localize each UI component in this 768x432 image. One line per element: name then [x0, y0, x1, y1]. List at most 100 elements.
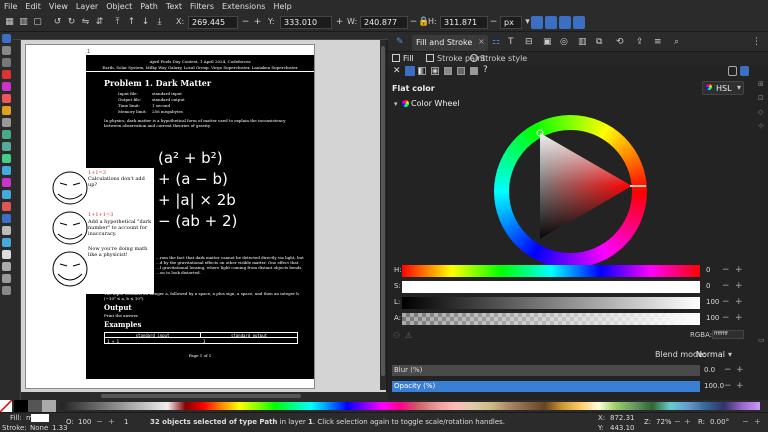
increment-button[interactable]: +	[736, 381, 744, 391]
paint-bucket-tool-icon[interactable]	[2, 202, 11, 211]
node-tool-icon[interactable]	[2, 46, 11, 55]
spray-tool-icon[interactable]	[2, 178, 11, 187]
pages-tool-icon[interactable]	[2, 286, 11, 295]
w-input[interactable]	[360, 16, 408, 29]
increment-button[interactable]: +	[735, 281, 743, 291]
gradient-tool-icon[interactable]	[2, 214, 11, 223]
slider-value[interactable]: 100	[706, 298, 719, 306]
opacity-value[interactable]: 100.0	[704, 382, 724, 390]
blend-mode-select[interactable]: Normal	[696, 350, 725, 359]
increment-button[interactable]: +	[735, 313, 743, 323]
meme-illustration[interactable]: 1+1=3 Calculations don't add up? 1+1+1=3…	[50, 168, 154, 294]
rotate-ccw-icon[interactable]: ↺	[52, 16, 63, 29]
unit-select[interactable]: px	[500, 16, 522, 29]
increment-button[interactable]: +	[736, 365, 744, 375]
flip-horizontal-icon[interactable]: ⇋	[80, 16, 91, 29]
chevron-down-icon[interactable]: ▾	[728, 350, 732, 359]
decrement-button[interactable]: −	[96, 417, 103, 426]
ellipse-tool-icon[interactable]	[2, 94, 11, 103]
swatch-black[interactable]	[14, 400, 28, 412]
chevron-down-icon[interactable]: ▾	[394, 100, 398, 108]
lower-icon[interactable]: ↓	[140, 16, 151, 29]
box3d-tool-icon[interactable]	[2, 82, 11, 91]
swatch-gray[interactable]	[28, 400, 42, 412]
subtab-stroke-paint[interactable]: Stroke paint	[437, 54, 485, 63]
dropper-tool-icon[interactable]	[2, 238, 11, 247]
vertical-ruler[interactable]	[13, 40, 21, 400]
snap-nodes-icon[interactable]: ◇	[758, 108, 763, 116]
menu-path[interactable]: Path	[140, 2, 158, 11]
fill-rule-nonzero-icon[interactable]	[740, 66, 749, 76]
decrement-button[interactable]: −	[722, 265, 730, 275]
slider-value[interactable]: 0	[706, 282, 710, 290]
rotation-input[interactable]: 0.00°	[710, 418, 729, 426]
decrement-button[interactable]: −	[722, 297, 730, 307]
menu-layer[interactable]: Layer	[76, 2, 98, 11]
brush-icon[interactable]: ✎	[396, 37, 404, 47]
y-input[interactable]	[280, 16, 332, 29]
pattern-icon[interactable]	[457, 67, 465, 75]
rotate-minus-button[interactable]: −	[742, 417, 749, 426]
decrement-button[interactable]: −	[722, 281, 730, 291]
scale-stroke-toggle[interactable]	[531, 16, 543, 29]
horizontal-scroll-thumb[interactable]	[101, 394, 301, 398]
select-all-layers-icon[interactable]: ▥	[18, 16, 29, 29]
fill-color-swatch[interactable]	[31, 414, 49, 422]
horizontal-scrollbar[interactable]	[21, 392, 388, 400]
h-minus-button[interactable]: −	[488, 16, 499, 29]
close-icon[interactable]: ×	[478, 37, 485, 46]
palette-swatches[interactable]	[60, 402, 760, 410]
hue-slider[interactable]	[402, 265, 700, 277]
snap-icon[interactable]: ⊞	[758, 80, 764, 88]
lightness-slider[interactable]	[402, 297, 700, 309]
xml-editor-icon[interactable]: ⧉	[596, 37, 602, 47]
x-minus-button[interactable]: −	[240, 16, 251, 29]
text-icon[interactable]: T	[508, 37, 514, 47]
align-icon[interactable]: ⚏	[492, 37, 500, 47]
zoom-in-button[interactable]: +	[684, 417, 691, 426]
find-icon[interactable]: ⌕	[674, 37, 679, 47]
decrement-button[interactable]: −	[724, 365, 732, 375]
increment-button[interactable]: +	[735, 297, 743, 307]
swatches-icon[interactable]: ▥	[578, 37, 587, 47]
symbols-icon[interactable]: ◎	[560, 37, 568, 47]
vertical-scroll-thumb[interactable]	[381, 46, 385, 376]
menu-filters[interactable]: Filters	[190, 2, 214, 11]
h-input[interactable]	[440, 16, 488, 29]
no-color-swatch[interactable]	[0, 399, 13, 413]
menu-icon[interactable]: ⋮	[752, 37, 761, 47]
snap-bbox-icon[interactable]: ⊡	[758, 94, 764, 102]
subtab-fill[interactable]: Fill	[403, 54, 414, 63]
decrement-button[interactable]: −	[722, 313, 730, 323]
fill-rule-evenodd-icon[interactable]	[728, 66, 737, 76]
blur-value[interactable]: 0.0	[704, 366, 715, 374]
snap-page-icon[interactable]: ▭	[758, 336, 765, 344]
opacity-slider[interactable]: Opacity (%)	[392, 381, 700, 392]
menu-extensions[interactable]: Extensions	[222, 2, 265, 11]
x-plus-button[interactable]: +	[252, 16, 263, 29]
opacity-input[interactable]: 100	[78, 418, 91, 426]
connector-tool-icon[interactable]	[2, 250, 11, 259]
move-gradients-toggle[interactable]	[559, 16, 571, 29]
vertical-scrollbar[interactable]	[380, 40, 386, 390]
menu-help[interactable]: Help	[273, 2, 291, 11]
pen-tool-icon[interactable]	[2, 142, 11, 151]
raise-icon[interactable]: ↑	[126, 16, 137, 29]
rotate-cw-icon[interactable]: ↻	[66, 16, 77, 29]
lower-to-bottom-icon[interactable]: ⤓	[154, 16, 165, 29]
menu-object[interactable]: Object	[106, 2, 132, 11]
selector-tool-icon[interactable]	[2, 34, 11, 43]
menu-edit[interactable]: Edit	[25, 2, 41, 11]
radial-gradient-icon[interactable]	[431, 67, 439, 75]
zoom-tool-icon[interactable]	[2, 274, 11, 283]
rotate-plus-button[interactable]: +	[754, 417, 761, 426]
snap-midpoints-icon[interactable]: ⊹	[758, 122, 764, 130]
layers-icon[interactable]: ⊟	[525, 37, 533, 47]
unset-paint-icon[interactable]: ?	[483, 65, 488, 75]
deselect-icon[interactable]: ▢	[32, 16, 43, 29]
decrement-button[interactable]: −	[724, 381, 732, 391]
saturation-slider[interactable]	[402, 281, 700, 293]
y-plus-button[interactable]: +	[334, 16, 345, 29]
stroke-indicator-value[interactable]: None	[30, 424, 48, 432]
document-properties-icon[interactable]: ≡	[654, 37, 662, 47]
